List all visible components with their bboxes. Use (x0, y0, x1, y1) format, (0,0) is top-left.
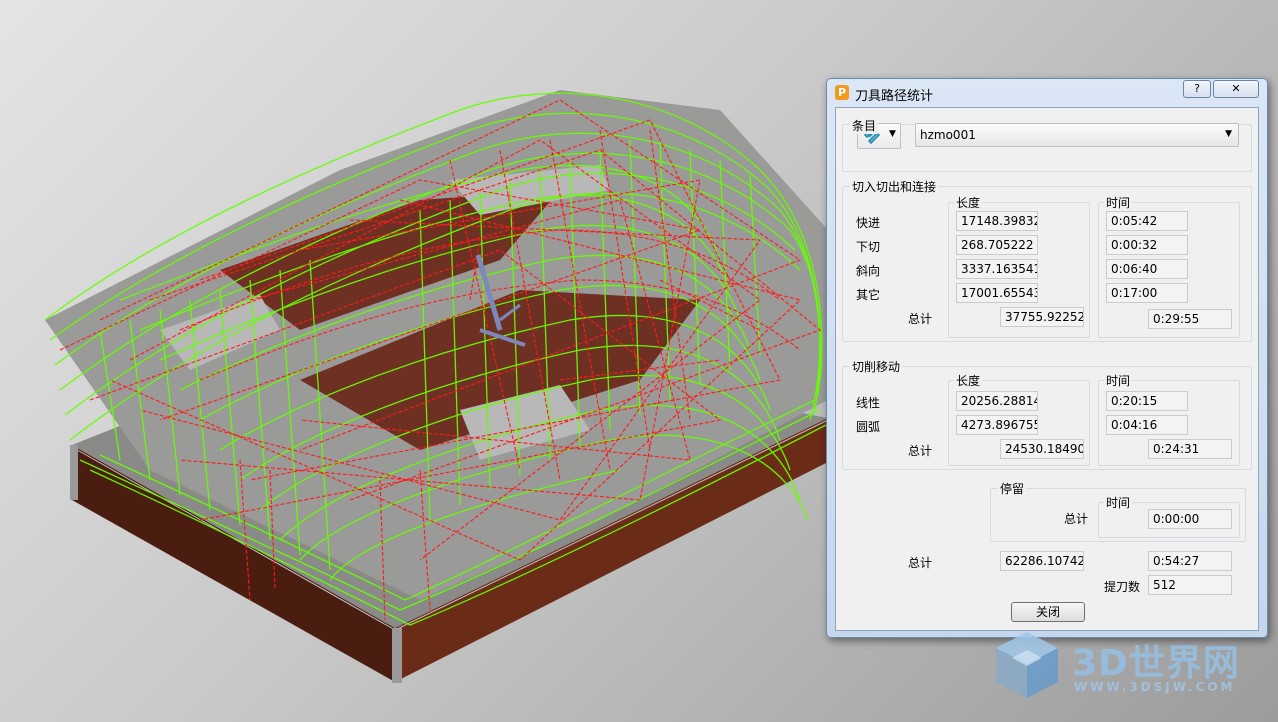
linear-time: 0:20:15 (1106, 391, 1188, 411)
other-length: 17001.655439 (956, 283, 1038, 303)
other-label: 其它 (856, 288, 881, 302)
dwell-total-label: 总计 (1064, 512, 1089, 526)
watermark-name: 3D世界网 (1072, 643, 1240, 684)
dialog-client: ▼ hzmo001 ▼ 条目 切入切出和连接 长度 时间 快进 17148.39… (835, 107, 1259, 631)
cut-total-length: 24530.184902 (1000, 439, 1084, 459)
arc-time: 0:04:16 (1106, 415, 1188, 435)
toolpath-statistics-dialog: P 刀具路径统计 ? ✕ ▼ hzmo001 ▼ 条目 切入切出和连接 长度 时… (826, 78, 1268, 638)
chevron-down-icon: ▼ (1225, 129, 1232, 139)
retract-label: 提刀数 (1104, 580, 1141, 594)
linear-length: 20256.288148 (956, 391, 1038, 411)
item-group: ▼ hzmo001 ▼ (842, 123, 1252, 172)
arc-length: 4273.896755 (956, 415, 1038, 435)
dialog-titlebar[interactable]: P 刀具路径统计 ? ✕ (827, 79, 1267, 105)
overall-total-time: 0:54:27 (1148, 551, 1232, 571)
toolpath-select[interactable]: hzmo001 ▼ (915, 123, 1239, 147)
other-time: 0:17:00 (1106, 283, 1188, 303)
close-window-button[interactable]: ✕ (1213, 80, 1259, 98)
ramp-label: 斜向 (856, 264, 881, 278)
overall-total-label: 总计 (908, 556, 933, 570)
rapid-time: 0:05:42 (1106, 211, 1188, 231)
close-button[interactable]: 关闭 (1011, 602, 1085, 622)
rapid-length: 17148.398324 (956, 211, 1038, 231)
plunge-length: 268.705222 (956, 235, 1038, 255)
cut-group-title: 切削移动 (850, 358, 903, 375)
ramp-time: 0:06:40 (1106, 259, 1188, 279)
lead-total-length: 37755.922526 (1000, 307, 1084, 327)
linear-label: 线性 (856, 396, 881, 410)
overall-total-length: 62286.107429 (1000, 551, 1084, 571)
watermark-url: WWW.3DSJW.COM (1074, 680, 1236, 694)
dwell-time-title: 时间 (1104, 494, 1133, 511)
lead-total-time: 0:29:55 (1148, 309, 1232, 329)
retract-count: 512 (1148, 575, 1232, 595)
rapid-label: 快进 (856, 216, 881, 230)
cut-length-title: 长度 (954, 372, 983, 389)
lead-group-title: 切入切出和连接 (850, 178, 939, 195)
dialog-title: 刀具路径统计 (855, 89, 934, 104)
cut-time-title: 时间 (1104, 372, 1133, 389)
watermark: 3D世界网 WWW.3DSJW.COM (994, 630, 1264, 702)
ramp-length: 3337.163541 (956, 259, 1038, 279)
item-group-title: 条目 (850, 117, 879, 134)
dwell-total-time: 0:00:00 (1148, 509, 1232, 529)
chevron-down-icon: ▼ (889, 129, 896, 139)
cut-total-label: 总计 (908, 444, 933, 458)
plunge-time: 0:00:32 (1106, 235, 1188, 255)
plunge-label: 下切 (856, 240, 881, 254)
lead-length-title: 长度 (954, 194, 983, 211)
help-button[interactable]: ? (1183, 80, 1211, 98)
lead-time-title: 时间 (1104, 194, 1133, 211)
cut-total-time: 0:24:31 (1148, 439, 1232, 459)
lead-total-label: 总计 (908, 312, 933, 326)
app-p-icon: P (835, 85, 849, 100)
cube-logo-icon (996, 632, 1058, 698)
dwell-group-title: 停留 (998, 480, 1027, 497)
arc-label: 圆弧 (856, 420, 881, 434)
